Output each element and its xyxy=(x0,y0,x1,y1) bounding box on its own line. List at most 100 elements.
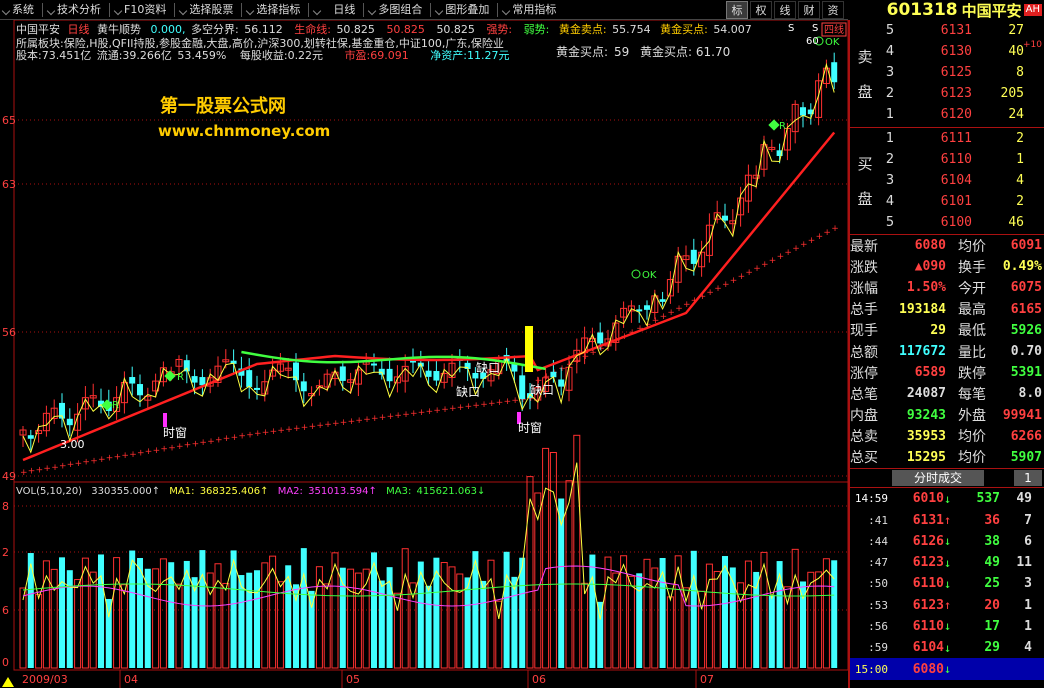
tick-row[interactable]: :53 6123 ↑ 20 1 xyxy=(850,595,1044,616)
title-sell-label: 黄金卖点: xyxy=(559,22,607,36)
buy-price[interactable]: 6110 xyxy=(900,152,972,167)
support-cross-mark: + xyxy=(90,456,98,466)
stat-value: 5926 xyxy=(1010,322,1042,338)
buy-price[interactable]: 6100 xyxy=(900,215,972,230)
tick-direction-icon: ↓ xyxy=(944,534,952,549)
y-tick-label: 65 xyxy=(2,114,16,127)
sell-extra: +10 xyxy=(1023,40,1042,50)
stat-label: 总笔 xyxy=(850,386,878,403)
tick-price: 6131 xyxy=(912,512,944,528)
buy-row[interactable]: 5 6100 46 xyxy=(880,212,1044,233)
sell-price[interactable]: 6125 xyxy=(900,65,972,80)
tick-volume: 49 xyxy=(984,555,1000,571)
ah-badge[interactable]: AH xyxy=(1023,4,1042,16)
buy-row[interactable]: 4 6101 2 xyxy=(880,191,1044,212)
candle-body xyxy=(433,371,440,381)
menu-common-indicator[interactable]: 常用指标 xyxy=(500,0,562,20)
sell-price[interactable]: 6131 xyxy=(900,23,972,38)
volume-bar xyxy=(589,554,596,668)
tick-row[interactable]: :44 6126 ↓ 38 6 xyxy=(850,531,1044,552)
volume-bar xyxy=(456,573,464,669)
support-cross-mark: + xyxy=(511,396,519,406)
volume-bar xyxy=(98,554,104,668)
btn-info[interactable]: 资 xyxy=(822,1,844,19)
btn-finance[interactable]: 财 xyxy=(798,1,820,19)
menu-system[interactable]: 系统 xyxy=(0,0,40,20)
buy-price[interactable]: 6104 xyxy=(900,173,972,188)
btn-rights[interactable]: 权 xyxy=(750,1,772,19)
info-float: 流通:39.266亿 xyxy=(97,48,172,62)
volume-bar xyxy=(495,600,503,669)
sell-price[interactable]: 6123 xyxy=(900,86,972,101)
candle-body xyxy=(137,384,143,396)
support-cross-mark: + xyxy=(114,452,122,462)
support-cross-mark: + xyxy=(67,460,75,470)
btn-mark[interactable]: 标 xyxy=(726,1,748,19)
four-line-tag[interactable]: 四线 xyxy=(824,23,844,36)
sell-row[interactable]: 2 6123 205 xyxy=(880,83,1044,104)
tick-price: 6080 xyxy=(912,661,944,677)
x-tick-label: 07 xyxy=(700,673,714,686)
low-price-label: 3.00 xyxy=(60,438,85,451)
buy-price[interactable]: 6101 xyxy=(900,194,972,209)
r-label: R xyxy=(779,121,786,132)
menu-select-stock[interactable]: 选择股票 xyxy=(177,0,239,20)
sell-row[interactable]: 5 6131 27 xyxy=(880,20,1044,41)
scroll-left-arrow[interactable] xyxy=(2,677,14,687)
stat-value: 93243 xyxy=(906,407,946,423)
menu-select-indicator[interactable]: 选择指标 xyxy=(244,0,306,20)
stat-value: 6075 xyxy=(1010,280,1042,296)
volume-bar xyxy=(199,550,206,668)
candle-body xyxy=(690,249,697,264)
ok-label: OK xyxy=(642,270,657,281)
support-cross-mark: + xyxy=(418,408,426,418)
menu-multi-chart[interactable]: 多图组合 xyxy=(366,0,428,20)
tick-row[interactable]: 15:00 6080 ↓ xyxy=(850,658,1044,680)
kline-chart[interactable]: 65 63 56 49 + + + + + + + + + + + + + + + + + + + + + + + + + + + +… xyxy=(0,19,849,688)
menu-overlay[interactable]: 图形叠加 xyxy=(433,0,495,20)
btn-line[interactable]: 线 xyxy=(774,1,796,19)
y-tick-label: 49 xyxy=(2,470,16,483)
support-cross-mark: + xyxy=(160,445,168,455)
candle-body xyxy=(191,376,198,383)
menu-f10[interactable]: F10资料 xyxy=(112,0,172,20)
tick-row[interactable]: 14:59 6010 ↓ 537 49 xyxy=(850,488,1044,509)
sell-price[interactable]: 6130 xyxy=(900,44,972,59)
buy-signal-markers: OK OK R R R 60 S S xyxy=(101,23,840,411)
title-indicator: 黄牛顺势 xyxy=(97,22,141,36)
buy-row[interactable]: 1 6111 2 xyxy=(880,128,1044,149)
tick-time: :59 xyxy=(868,641,888,655)
tab-time-sales[interactable]: 分时成交 xyxy=(892,470,985,487)
support-cross-mark: + xyxy=(223,434,231,444)
support-cross-mark: + xyxy=(714,284,722,294)
r-label: R xyxy=(177,372,184,383)
candle-body xyxy=(300,381,307,392)
menu-daily[interactable]: 日线 xyxy=(311,0,361,20)
buy-row[interactable]: 3 6104 4 xyxy=(880,170,1044,191)
candle-body xyxy=(722,215,728,221)
title-duokong-label: 多空分界: xyxy=(191,22,239,36)
volume-bar xyxy=(659,557,666,668)
tick-direction-icon: ↓ xyxy=(944,662,952,677)
buy-price[interactable]: 6111 xyxy=(900,131,972,146)
tick-row[interactable]: :50 6110 ↓ 25 3 xyxy=(850,573,1044,594)
sell-row[interactable]: 4 6130 40 xyxy=(880,41,1044,62)
tick-row[interactable]: :41 6131 ↑ 36 7 xyxy=(850,509,1044,530)
stat-value: 0.49% xyxy=(1002,259,1042,275)
tick-row[interactable]: :56 6110 ↓ 17 1 xyxy=(850,616,1044,637)
tab-small[interactable]: 1 xyxy=(1014,470,1042,487)
grid-lines xyxy=(14,119,848,611)
buy-row[interactable]: 2 6110 1 xyxy=(880,149,1044,170)
chart-area[interactable]: 65 63 56 49 + + + + + + + + + + + + + + + + + + + + + + + + + + + +… xyxy=(0,19,849,688)
support-cross-mark: + xyxy=(98,455,106,465)
tick-volume: 25 xyxy=(984,576,1000,592)
tick-row[interactable]: :59 6104 ↓ 29 4 xyxy=(850,637,1044,658)
support-cross-mark: + xyxy=(379,413,387,423)
menu-tech-analysis[interactable]: 技术分析 xyxy=(45,0,107,20)
sell-row[interactable]: 1 6120 24 xyxy=(880,104,1044,125)
sell-row[interactable]: 3 6125 8 xyxy=(880,62,1044,83)
sell-price[interactable]: 6120 xyxy=(900,107,972,122)
sell-label-char: 盘 xyxy=(857,82,873,101)
tick-row[interactable]: :47 6123 ↓ 49 11 xyxy=(850,552,1044,573)
tick-time: :53 xyxy=(868,598,888,612)
